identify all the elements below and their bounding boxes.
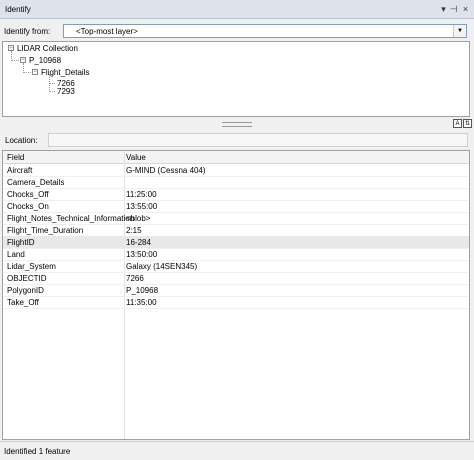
window-titlebar: Identify ▾ ⊣ ×: [0, 0, 474, 19]
tree-node-root[interactable]: LIDAR Collection: [17, 44, 78, 53]
tree-node-polygon[interactable]: P_10968: [29, 56, 61, 65]
field-cell: Take_Off: [7, 298, 39, 307]
column-header-field[interactable]: Field: [7, 153, 24, 162]
value-cell: 7266: [126, 274, 144, 283]
attribute-grid: Field Value Aircraft G-MIND (Cessna 404)…: [2, 150, 470, 440]
status-text: Identified 1 feature: [4, 447, 71, 456]
value-cell: <blob>: [126, 214, 151, 223]
value-cell: 11:35:00: [126, 298, 157, 307]
value-cell: 13:55:00: [126, 202, 158, 211]
splitter-grip[interactable]: [222, 122, 252, 127]
grid-header: Field Value: [3, 151, 469, 164]
tree-connector: [49, 91, 55, 92]
collapse-icon[interactable]: −: [32, 69, 38, 75]
value-cell: 2:15: [126, 226, 142, 235]
field-cell: Chocks_Off: [7, 190, 49, 199]
identify-from-value: <Top-most layer>: [76, 27, 138, 36]
window-title: Identify: [5, 5, 31, 14]
field-cell: Land: [7, 250, 25, 259]
collapse-icon[interactable]: −: [20, 57, 26, 63]
value-cell: G-MIND (Cessna 404): [126, 166, 206, 175]
pin-icon[interactable]: ⊣: [448, 4, 459, 14]
value-cell: 16-284: [126, 238, 151, 247]
sort-alpha-icon[interactable]: A: [453, 119, 462, 128]
field-cell: Lidar_System: [7, 262, 56, 271]
field-cell: Flight_Notes_Technical_Information: [7, 214, 135, 223]
identify-from-row: Identify from: <Top-most layer> ▼: [0, 19, 474, 41]
field-cell: OBJECTID: [7, 274, 47, 283]
value-cell: P_10968: [126, 286, 159, 295]
table-row[interactable]: Take_Off 11:35:00: [3, 296, 469, 309]
tree-connector: [23, 72, 31, 73]
tree-connector: [11, 60, 19, 61]
field-cell: Flight_Time_Duration: [7, 226, 84, 235]
field-cell: FlightID: [7, 238, 35, 247]
location-row: Location:: [0, 131, 474, 149]
status-bar: Identified 1 feature: [0, 441, 474, 460]
column-header-value[interactable]: Value: [126, 153, 146, 162]
identify-from-label: Identify from:: [4, 27, 51, 36]
collapse-icon[interactable]: −: [8, 45, 14, 51]
value-cell: 13:50:00: [126, 250, 158, 259]
tree-node-flight-details[interactable]: Flight_Details: [41, 68, 89, 77]
chevron-down-icon[interactable]: ▼: [453, 25, 466, 37]
value-cell: 11:25:00: [126, 190, 157, 199]
identify-from-select[interactable]: <Top-most layer> ▼: [63, 24, 467, 38]
field-cell: Aircraft: [7, 166, 33, 175]
close-icon[interactable]: ×: [460, 4, 471, 14]
pane-splitter[interactable]: A ⇅: [0, 117, 474, 131]
identify-tree: − LIDAR Collection − P_10968 − Flight_De…: [2, 41, 470, 117]
field-cell: Camera_Details: [7, 178, 65, 187]
location-label: Location:: [5, 136, 38, 145]
tree-connector: [49, 83, 55, 84]
value-cell: Galaxy (14SEN345): [126, 262, 198, 271]
tree-leaf[interactable]: 7293: [57, 87, 75, 96]
field-cell: Chocks_On: [7, 202, 49, 211]
field-cell: PolygonID: [7, 286, 44, 295]
location-field[interactable]: [48, 133, 468, 147]
sort-order-icon[interactable]: ⇅: [463, 119, 472, 128]
